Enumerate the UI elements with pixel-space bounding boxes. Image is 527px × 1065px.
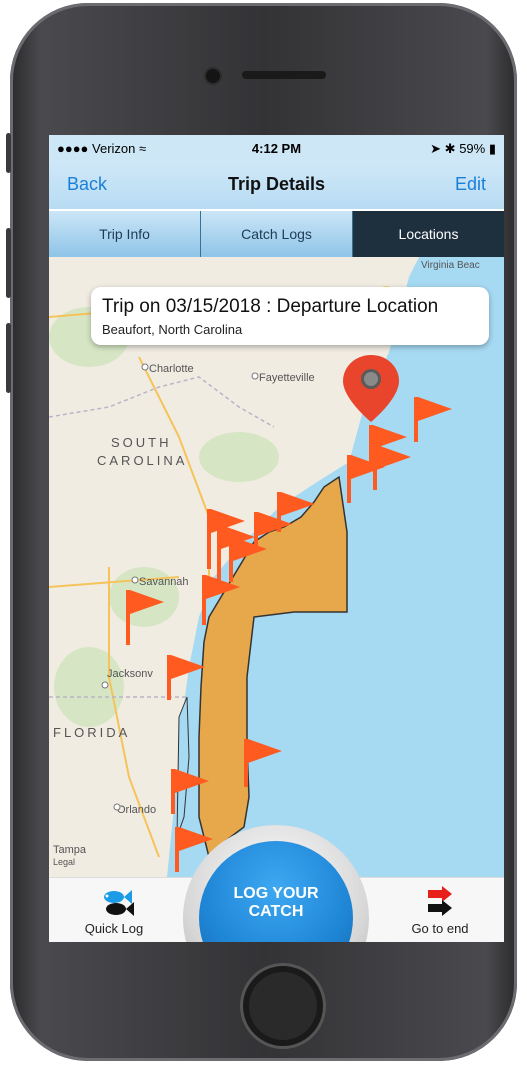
city-marker xyxy=(141,363,149,371)
quick-log-label: Quick Log xyxy=(84,921,144,936)
status-bar: ●●●● Verizon ≈ 4:12 PM ➤ ✱ 59% ▮ xyxy=(49,135,504,161)
forest-patch xyxy=(54,647,124,727)
map-label: Legal xyxy=(53,857,75,867)
tab-catch-logs[interactable]: Catch Logs xyxy=(201,211,353,257)
log-catch-line1: LOG YOUR xyxy=(233,885,319,902)
volume-down-button xyxy=(6,323,11,393)
map-label: Charlotte xyxy=(149,363,194,375)
tab-trip-info[interactable]: Trip Info xyxy=(49,211,201,257)
map-label: Tampa xyxy=(53,844,87,856)
city-marker xyxy=(101,681,109,689)
forest-patch xyxy=(199,432,279,482)
tab-locations[interactable]: Locations xyxy=(353,211,504,257)
earpiece-speaker xyxy=(242,71,326,79)
location-icon: ➤ xyxy=(430,141,442,156)
map-label: Virginia Beac xyxy=(421,260,480,271)
page-title: Trip Details xyxy=(227,174,326,194)
map-label: Jacksonv xyxy=(107,668,153,680)
home-button[interactable] xyxy=(240,963,326,1049)
city-marker xyxy=(113,803,121,811)
map-view[interactable]: Virginia Beac Charlotte Fayetteville SOU… xyxy=(49,257,504,877)
log-catch-line2: CATCH xyxy=(248,903,304,920)
callout-title: Trip on 03/15/2018 : Departure Location xyxy=(102,296,439,317)
log-catch-button-ring: LOG YOUR CATCH xyxy=(183,825,369,942)
city-marker xyxy=(251,372,259,380)
map-label: CAROLINA xyxy=(97,453,187,468)
mute-switch xyxy=(6,133,11,173)
location-callout[interactable]: Trip on 03/15/2018 : Departure Location … xyxy=(91,287,489,345)
bluetooth-icon: ✱ xyxy=(444,141,456,156)
map-label: Orlando xyxy=(117,804,156,816)
log-your-catch-button[interactable]: LOG YOUR CATCH xyxy=(199,841,353,942)
segmented-tabs: Trip Info Catch Logs Locations xyxy=(49,211,504,257)
map-label: FLORIDA xyxy=(53,725,130,740)
map-label: Fayetteville xyxy=(259,372,315,384)
callout-subtitle: Beaufort, North Carolina xyxy=(102,322,243,337)
city-marker xyxy=(131,576,139,584)
map-label: SOUTH xyxy=(111,435,172,450)
go-to-end-button[interactable]: Go to end xyxy=(390,886,490,936)
map-label: Savannah xyxy=(139,576,189,588)
front-camera xyxy=(204,67,222,85)
battery-status: ➤ ✱ 59% ▮ xyxy=(430,141,496,157)
go-to-end-icon xyxy=(428,886,452,916)
go-to-end-label: Go to end xyxy=(411,921,469,936)
navigation-bar: Back Trip Details Edit xyxy=(49,161,504,209)
fish-icon xyxy=(104,890,134,916)
battery-percent: 59% xyxy=(459,141,486,156)
volume-up-button xyxy=(6,228,11,298)
battery-icon: ▮ xyxy=(488,141,496,156)
screen: ●●●● Verizon ≈ 4:12 PM ➤ ✱ 59% ▮ Back Tr… xyxy=(49,135,504,942)
quick-log-button[interactable]: Quick Log xyxy=(69,886,159,936)
edit-button[interactable]: Edit xyxy=(455,174,486,195)
map-canvas: Virginia Beac Charlotte Fayetteville SOU… xyxy=(49,257,504,877)
